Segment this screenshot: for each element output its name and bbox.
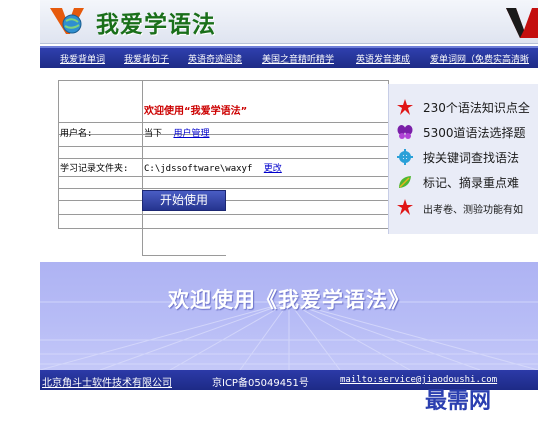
purple-butterfly-icon [397,125,413,139]
welcome-banner: 欢迎使用《我爱学语法》 [40,262,538,370]
nav-bar: 我爱背单词 我爱背句子 英语奇迹阅读 美国之音精听精学 英语发音速成 爱单词网（… [40,46,538,68]
nav-link-website[interactable]: 爱单词网（免费实高清晰 [430,52,529,65]
start-button[interactable]: 开始使用 [142,190,226,211]
feature-text: 按关键词查找语法 [423,151,520,165]
blue-gear-icon [397,149,413,165]
current-user-prefix: 当下 [144,129,163,139]
table-border [58,146,388,147]
table-border [142,255,226,256]
current-user-value: 当下 用户管理 [144,126,209,139]
nav-link-reading[interactable]: 英语奇迹阅读 [188,52,242,65]
red-star-icon [397,199,413,215]
folder-path-value: C:\jdssoftware\waxyf 更改 [144,161,282,174]
feature-text: 230个语法知识点全 [423,101,530,115]
green-leaf-icon [399,176,411,188]
change-folder-link[interactable]: 更改 [264,164,282,174]
table-border [58,176,388,177]
table-border [58,214,388,215]
feature-panel: 230个语法知识点全 5300道语法选择题 按关键词查找语法 标记、摘录重点难 … [388,84,538,234]
nav-link-pronunciation[interactable]: 英语发音速成 [356,52,410,65]
watermark-text: 最需网 [425,388,492,414]
globe-v-logo-icon [50,8,84,34]
table-border [58,80,388,81]
brand-v-icon [506,8,538,38]
company-link[interactable]: 北京角斗士软件技术有限公司 [42,374,172,389]
username-label: 用户名: [60,129,93,139]
banner-rays-decoration [40,301,538,370]
table-border [142,80,143,255]
icp-number: 京ICP备05049451号 [212,378,309,389]
welcome-heading: 欢迎使用“我爱学语法” [144,106,248,117]
feature-text: 出考卷、测验功能有如 [423,205,523,216]
banner-title: 欢迎使用《我爱学语法》 [168,288,410,312]
user-management-link[interactable]: 用户管理 [173,129,209,139]
nav-link-vocabulary[interactable]: 我爱背单词 [60,52,105,65]
feature-text: 标记、摘录重点难 [423,176,520,190]
nav-link-sentences[interactable]: 我爱背句子 [124,52,169,65]
red-star-icon [397,99,413,115]
app-title: 我爱学语法 [96,11,216,38]
nav-link-voa[interactable]: 美国之音精听精学 [262,52,334,65]
table-border [58,134,388,135]
feature-text: 5300道语法选择题 [423,126,526,140]
table-border [58,80,59,228]
app-header: 我爱学语法 [40,0,538,44]
login-form-table: 欢迎使用“我爱学语法” 用户名: 当下 用户管理 学习记录文件夹: C:\jds… [58,80,404,256]
table-border [58,158,388,159]
table-border [58,188,388,189]
folder-label: 学习记录文件夹: [60,164,129,174]
table-border [58,122,388,123]
main-content: 欢迎使用“我爱学语法” 用户名: 当下 用户管理 学习记录文件夹: C:\jds… [40,68,538,262]
table-border [58,228,388,229]
folder-path: C:\jdssoftware\waxyf [144,164,253,174]
